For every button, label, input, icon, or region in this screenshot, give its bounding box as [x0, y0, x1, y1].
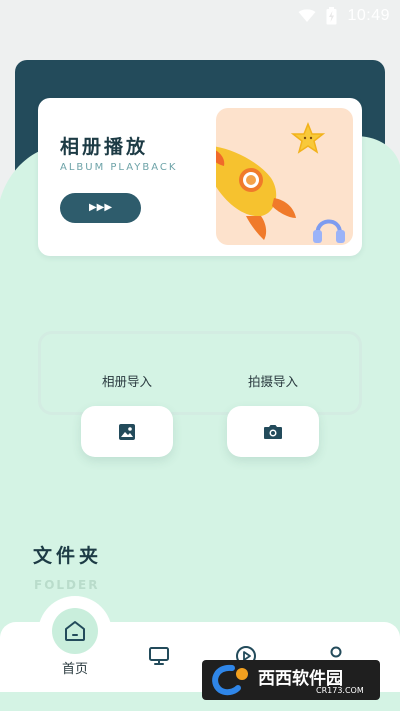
album-import-label: 相册导入: [101, 374, 152, 389]
album-import-button[interactable]: [81, 406, 173, 457]
battery-charging-icon: [326, 7, 337, 25]
home-icon: [65, 621, 85, 641]
image-icon: [119, 423, 135, 440]
nav-home-button[interactable]: [52, 608, 98, 654]
watermark-url: CR173.COM: [316, 686, 364, 695]
rocket-illustration: [216, 121, 345, 243]
rocket-panel: [216, 108, 353, 245]
album-playback-card[interactable]: 相册播放 ALBUM PLAYBACK ▶▶▶: [38, 98, 362, 256]
monitor-icon: [149, 647, 169, 665]
play-button[interactable]: ▶▶▶: [60, 193, 141, 223]
nav-home-label[interactable]: 首页: [55, 658, 95, 677]
watermark-logo-icon: [212, 664, 248, 696]
camera-icon: [264, 424, 282, 439]
album-title: 相册播放: [60, 136, 149, 158]
play-arrows-icon: ▶▶▶: [88, 202, 113, 213]
wifi-icon: [298, 9, 316, 22]
status-bar: 10:49: [0, 0, 400, 32]
camera-import-button[interactable]: [227, 406, 319, 457]
folder-subtitle: FOLDER: [34, 578, 100, 592]
camera-import-label: 拍摄导入: [247, 374, 298, 389]
nav-monitor-button[interactable]: [145, 642, 173, 670]
folder-title: 文件夹: [33, 545, 103, 567]
album-subtitle: ALBUM PLAYBACK: [60, 162, 178, 173]
status-time: 10:49: [347, 7, 390, 24]
